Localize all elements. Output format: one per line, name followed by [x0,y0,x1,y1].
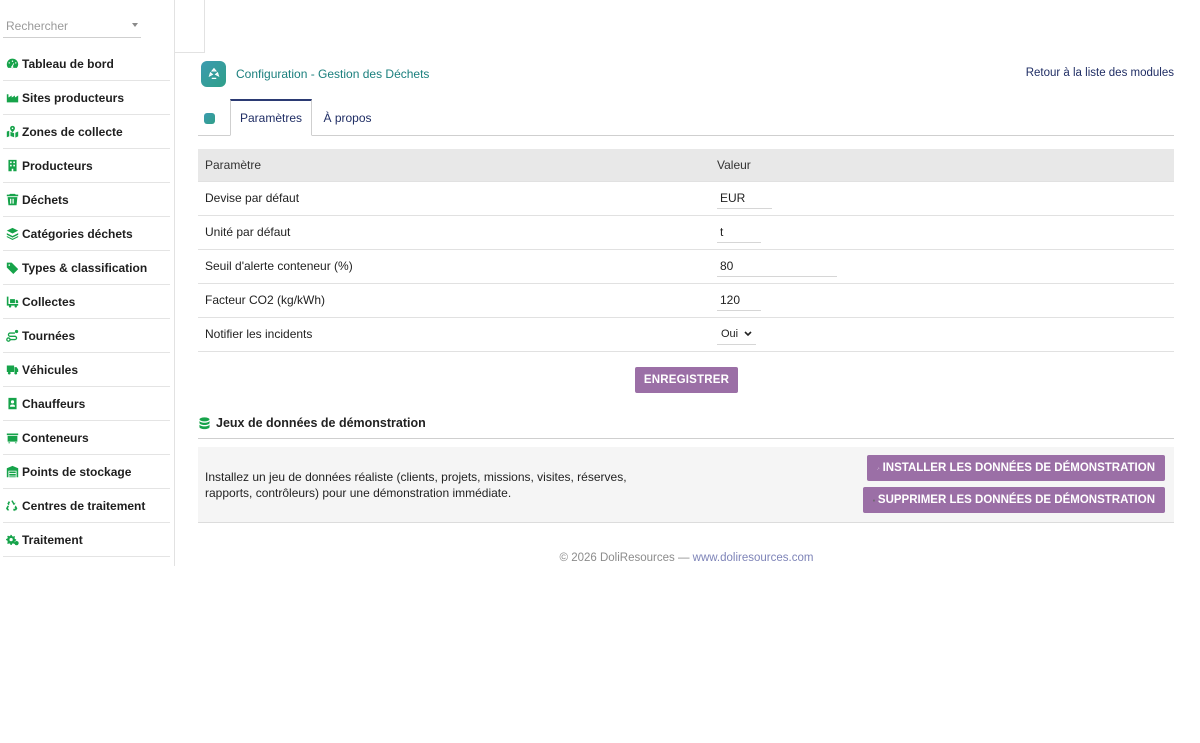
select-value: Oui [721,328,739,340]
sidebar-item-tournees[interactable]: Tournées [3,319,170,353]
chevron-down-icon [744,331,752,337]
sidebar-item-label: Zones de collecte [22,124,123,139]
sidebar-item-label: Producteurs [22,158,93,173]
install-demo-data-button[interactable]: INSTALLER LES DONNÉES DE DÉMONSTRATION [867,455,1165,481]
back-to-modules-link[interactable]: Retour à la liste des modules [1026,67,1174,79]
sidebar-item-tableau-de-bord[interactable]: Tableau de bord [3,47,170,81]
module-logo-icon [201,61,226,87]
param-label: Facteur CO2 (kg/kWh) [205,293,326,307]
sidebar-item-label: Points de stockage [22,464,132,479]
page-title: Configuration - Gestion des Déchets [236,67,430,81]
sidebar-item-chauffeurs[interactable]: Chauffeurs [3,387,170,421]
footer-copyright: © 2026 DoliResources — [559,552,690,564]
table-row: Seuil d'alerte conteneur (%) [198,250,1174,284]
dumpster-icon [5,432,19,444]
tags-icon [5,262,19,274]
button-label: SUPPRIMER LES DONNÉES DE DÉMONSTRATION [877,494,1155,506]
demo-description: Installez un jeu de données réaliste (cl… [205,470,627,500]
truck-loading-icon [5,296,19,308]
sidebar-item-label: Déchets [22,192,69,207]
truck-icon [5,364,19,376]
footer: © 2026 DoliResources — www.doliresources… [0,552,1200,564]
parameters-table: Paramètre Valeur Devise par défaut Unité… [198,149,1174,352]
param-label: Devise par défaut [205,191,300,205]
id-badge-icon [5,397,19,410]
trash-icon [873,498,875,502]
sidebar-item-label: Tournées [22,328,76,343]
demo-panel: Installez un jeu de données réaliste (cl… [198,447,1174,523]
warehouse-icon [5,465,19,478]
sidebar-toggle-area [174,0,205,53]
database-icon [199,417,210,430]
chevron-down-icon[interactable] [132,23,138,27]
tab-parametres[interactable]: Paramètres [230,99,312,136]
container-alert-threshold-input[interactable] [717,256,837,277]
trash-icon [5,193,19,206]
sidebar-item-categories-dechets[interactable]: Catégories déchets [3,217,170,251]
magic-wand-icon [877,466,880,470]
sidebar-item-label: Centres de traitement [22,498,146,513]
tab-a-propos[interactable]: À propos [315,99,380,136]
sidebar-item-label: Chauffeurs [22,396,86,411]
recycle-icon [5,500,19,512]
sidebar-item-collectes[interactable]: Collectes [3,285,170,319]
param-label: Unité par défaut [205,225,291,239]
default-currency-input[interactable] [717,188,772,209]
layers-icon [5,227,19,240]
column-header-valeur: Valeur [717,158,751,172]
column-header-parametre: Paramètre [205,158,262,172]
sidebar-item-centres-de-traitement[interactable]: Centres de traitement [3,489,170,523]
sidebar-item-label: Types & classification [22,260,148,275]
sidebar-item-label: Conteneurs [22,430,89,445]
cogs-icon [5,534,19,546]
demo-section-title: Jeux de données de démonstration [198,414,1174,439]
sidebar-item-label: Traitement [22,532,83,547]
sidebar-item-label: Tableau de bord [22,56,114,71]
sidebar-item-label: Sites producteurs [22,90,125,105]
sidebar-item-sites-producteurs[interactable]: Sites producteurs [3,81,170,115]
param-label: Seuil d'alerte conteneur (%) [205,259,353,273]
sidebar-item-label: Collectes [22,294,76,309]
table-row: Notifier les incidents Oui [198,318,1174,352]
sidebar-menu: Tableau de bord Sites producteurs Zones … [3,47,170,557]
module-tab-icon [204,113,215,124]
sidebar-item-conteneurs[interactable]: Conteneurs [3,421,170,455]
sidebar-item-points-de-stockage[interactable]: Points de stockage [3,455,170,489]
sidebar: Tableau de bord Sites producteurs Zones … [0,0,175,566]
param-label: Notifier les incidents [205,327,313,341]
sidebar-item-producteurs[interactable]: Producteurs [3,149,170,183]
sidebar-item-vehicules[interactable]: Véhicules [3,353,170,387]
route-icon [5,329,19,342]
default-unit-input[interactable] [717,222,761,243]
table-row: Facteur CO2 (kg/kWh) [198,284,1174,318]
dashboard-icon [5,58,19,70]
save-button[interactable]: ENREGISTRER [635,367,738,393]
co2-factor-input[interactable] [717,290,761,311]
building-icon [5,159,19,172]
notify-incidents-select[interactable]: Oui [717,324,757,345]
sidebar-item-dechets[interactable]: Déchets [3,183,170,217]
table-row: Devise par défaut [198,182,1174,216]
map-icon [5,125,19,138]
delete-demo-data-button[interactable]: SUPPRIMER LES DONNÉES DE DÉMONSTRATION [863,487,1165,513]
sidebar-item-label: Catégories déchets [22,226,133,241]
section-heading: Jeux de données de démonstration [216,416,426,430]
industry-icon [5,92,19,104]
table-row: Unité par défaut [198,216,1174,250]
sidebar-item-zones-de-collecte[interactable]: Zones de collecte [3,115,170,149]
sidebar-item-label: Véhicules [22,362,79,377]
search-input[interactable] [3,16,129,36]
search-box[interactable] [3,16,141,38]
footer-website-link[interactable]: www.doliresources.com [693,552,814,564]
sidebar-item-types-classification[interactable]: Types & classification [3,251,170,285]
button-label: INSTALLER LES DONNÉES DE DÉMONSTRATION [882,462,1155,474]
table-header: Paramètre Valeur [198,149,1174,182]
